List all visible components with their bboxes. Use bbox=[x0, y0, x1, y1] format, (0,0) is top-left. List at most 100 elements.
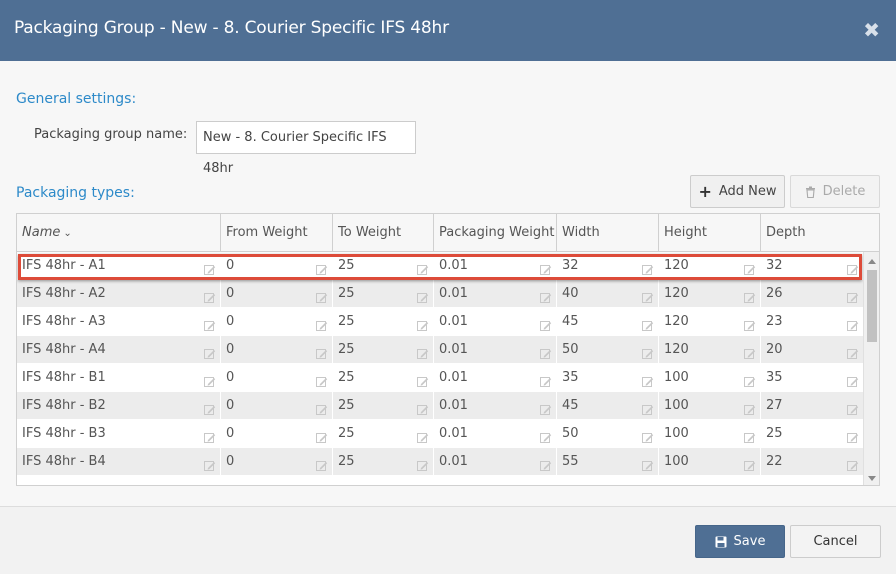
edit-icon[interactable] bbox=[540, 483, 552, 485]
edit-icon[interactable] bbox=[540, 287, 552, 303]
table-cell[interactable]: 0 bbox=[220, 392, 332, 420]
edit-icon[interactable] bbox=[847, 483, 859, 485]
table-cell[interactable] bbox=[556, 476, 658, 485]
table-cell[interactable]: 0.01 bbox=[433, 364, 556, 392]
edit-icon[interactable] bbox=[847, 287, 859, 303]
table-cell[interactable]: IFS 48hr - A3 bbox=[17, 308, 220, 336]
edit-icon[interactable] bbox=[417, 343, 429, 359]
edit-icon[interactable] bbox=[744, 483, 756, 485]
table-cell[interactable]: 0.01 bbox=[433, 392, 556, 420]
table-cell[interactable]: 100 bbox=[658, 392, 760, 420]
delete-button[interactable]: Delete bbox=[790, 175, 880, 208]
scroll-up-icon[interactable] bbox=[868, 259, 876, 264]
table-cell[interactable]: 25 bbox=[332, 336, 433, 364]
edit-icon[interactable] bbox=[417, 259, 429, 275]
edit-icon[interactable] bbox=[316, 287, 328, 303]
edit-icon[interactable] bbox=[847, 427, 859, 443]
edit-icon[interactable] bbox=[642, 259, 654, 275]
edit-icon[interactable] bbox=[642, 427, 654, 443]
table-row[interactable] bbox=[17, 476, 863, 485]
table-cell[interactable]: 26 bbox=[760, 280, 863, 308]
table-cell[interactable]: 0.01 bbox=[433, 420, 556, 448]
edit-icon[interactable] bbox=[417, 315, 429, 331]
table-cell[interactable]: 25 bbox=[332, 448, 433, 476]
table-row[interactable]: IFS 48hr - A2 0 25 0.01 40 120 26 bbox=[17, 280, 863, 308]
edit-icon[interactable] bbox=[316, 483, 328, 485]
table-cell[interactable]: 32 bbox=[760, 252, 863, 280]
table-cell[interactable] bbox=[332, 476, 433, 485]
table-row[interactable]: IFS 48hr - A1 0 25 0.01 32 120 32 bbox=[17, 252, 863, 280]
edit-icon[interactable] bbox=[204, 343, 216, 359]
edit-icon[interactable] bbox=[847, 315, 859, 331]
edit-icon[interactable] bbox=[847, 343, 859, 359]
edit-icon[interactable] bbox=[540, 399, 552, 415]
edit-icon[interactable] bbox=[540, 259, 552, 275]
table-cell[interactable]: IFS 48hr - A1 bbox=[17, 252, 220, 280]
edit-icon[interactable] bbox=[744, 399, 756, 415]
edit-icon[interactable] bbox=[847, 259, 859, 275]
table-cell[interactable]: IFS 48hr - A4 bbox=[17, 336, 220, 364]
save-button[interactable]: Save bbox=[695, 525, 785, 558]
table-cell[interactable]: 120 bbox=[658, 308, 760, 336]
table-cell[interactable]: 20 bbox=[760, 336, 863, 364]
edit-icon[interactable] bbox=[417, 399, 429, 415]
table-cell[interactable]: 35 bbox=[760, 364, 863, 392]
table-cell[interactable]: 25 bbox=[332, 420, 433, 448]
table-cell[interactable] bbox=[17, 476, 220, 485]
edit-icon[interactable] bbox=[204, 287, 216, 303]
edit-icon[interactable] bbox=[540, 371, 552, 387]
table-cell[interactable]: 0.01 bbox=[433, 308, 556, 336]
edit-icon[interactable] bbox=[642, 455, 654, 471]
table-cell[interactable]: 0 bbox=[220, 420, 332, 448]
table-cell[interactable]: 0 bbox=[220, 308, 332, 336]
table-cell[interactable]: IFS 48hr - B2 bbox=[17, 392, 220, 420]
edit-icon[interactable] bbox=[316, 259, 328, 275]
column-header[interactable]: Name ⌄ bbox=[17, 214, 220, 252]
table-cell[interactable]: 0.01 bbox=[433, 448, 556, 476]
edit-icon[interactable] bbox=[744, 427, 756, 443]
edit-icon[interactable] bbox=[316, 315, 328, 331]
table-cell[interactable] bbox=[433, 476, 556, 485]
edit-icon[interactable] bbox=[316, 455, 328, 471]
scrollbar-thumb[interactable] bbox=[867, 270, 877, 342]
table-cell[interactable]: 0.01 bbox=[433, 252, 556, 280]
column-header[interactable]: From Weight bbox=[220, 214, 332, 252]
table-cell[interactable]: 25 bbox=[332, 392, 433, 420]
edit-icon[interactable] bbox=[744, 259, 756, 275]
table-row[interactable]: IFS 48hr - B4 0 25 0.01 55 100 22 bbox=[17, 448, 863, 476]
table-cell[interactable]: 50 bbox=[556, 336, 658, 364]
edit-icon[interactable] bbox=[847, 399, 859, 415]
edit-icon[interactable] bbox=[744, 455, 756, 471]
table-cell[interactable]: 120 bbox=[658, 252, 760, 280]
table-cell[interactable]: 100 bbox=[658, 448, 760, 476]
table-cell[interactable]: 22 bbox=[760, 448, 863, 476]
edit-icon[interactable] bbox=[642, 315, 654, 331]
add-new-button[interactable]: + Add New bbox=[690, 175, 785, 208]
column-header[interactable]: Depth bbox=[760, 214, 879, 252]
edit-icon[interactable] bbox=[540, 427, 552, 443]
table-cell[interactable]: 25 bbox=[332, 308, 433, 336]
table-cell[interactable]: 120 bbox=[658, 280, 760, 308]
table-cell[interactable]: 40 bbox=[556, 280, 658, 308]
table-cell[interactable]: 50 bbox=[556, 420, 658, 448]
edit-icon[interactable] bbox=[847, 371, 859, 387]
edit-icon[interactable] bbox=[540, 455, 552, 471]
edit-icon[interactable] bbox=[204, 399, 216, 415]
edit-icon[interactable] bbox=[417, 427, 429, 443]
table-cell[interactable]: 27 bbox=[760, 392, 863, 420]
edit-icon[interactable] bbox=[744, 287, 756, 303]
table-cell[interactable]: 25 bbox=[332, 280, 433, 308]
table-cell[interactable]: 45 bbox=[556, 392, 658, 420]
table-cell[interactable]: 23 bbox=[760, 308, 863, 336]
table-row[interactable]: IFS 48hr - A3 0 25 0.01 45 120 23 bbox=[17, 308, 863, 336]
edit-icon[interactable] bbox=[316, 399, 328, 415]
edit-icon[interactable] bbox=[204, 455, 216, 471]
table-cell[interactable] bbox=[220, 476, 332, 485]
table-cell[interactable]: 55 bbox=[556, 448, 658, 476]
edit-icon[interactable] bbox=[417, 371, 429, 387]
edit-icon[interactable] bbox=[316, 371, 328, 387]
edit-icon[interactable] bbox=[744, 315, 756, 331]
column-header[interactable]: Width bbox=[556, 214, 658, 252]
edit-icon[interactable] bbox=[642, 483, 654, 485]
edit-icon[interactable] bbox=[204, 371, 216, 387]
